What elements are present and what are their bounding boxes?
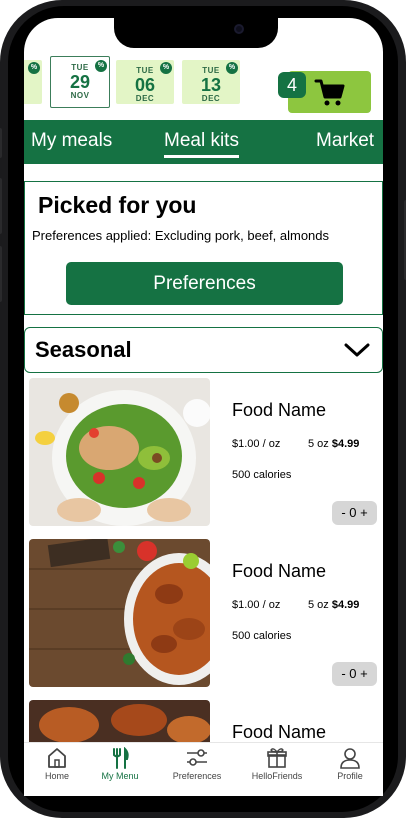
nav-hellofriends-label: HelloFriends	[251, 771, 303, 781]
preferences-button[interactable]: Preferences	[66, 262, 343, 305]
quantity-stepper[interactable]: - 0 +	[332, 501, 377, 525]
food-weight-total: 5 oz $4.99	[308, 599, 359, 611]
tab-my-meals[interactable]: My meals	[31, 130, 112, 152]
fork-knife-icon	[113, 747, 129, 769]
food-unit-price: $1.00 / oz	[232, 438, 281, 450]
nav-preferences[interactable]: Preferences	[166, 747, 228, 781]
sliders-icon	[187, 749, 207, 766]
food-name: Food Name	[232, 722, 327, 742]
date-day: 29	[69, 72, 91, 92]
food-calories: 500 calories	[232, 469, 292, 481]
home-icon	[48, 748, 66, 768]
food-total-price: $4.99	[331, 599, 360, 611]
seasonal-dropdown[interactable]: Seasonal	[24, 327, 383, 373]
food-unit-price: $1.00 / oz	[232, 599, 281, 611]
food-weight-total: 5 oz $4.99	[308, 438, 359, 450]
nav-my-menu-label: My Menu	[101, 771, 139, 781]
chevron-down-icon	[344, 343, 370, 357]
gift-icon	[267, 748, 287, 768]
food-image-chicken-wings	[29, 539, 210, 687]
nav-hellofriends[interactable]: HelloFriends	[248, 747, 306, 781]
food-item[interactable]: Food Name $1.00 / oz 5 oz $4.99 500 calo…	[24, 378, 383, 528]
food-calories: 500 calories	[232, 630, 292, 642]
date-month: DEC	[135, 94, 155, 103]
cart-count-badge: 4	[278, 72, 306, 98]
food-name: Food Name	[232, 561, 327, 581]
food-image-salad	[29, 378, 210, 526]
camera	[234, 24, 244, 34]
category-tabs: My meals Meal kits Market	[24, 120, 383, 164]
phone-frame: % % TUE 29 NOV % TUE 06 DEC % TUE 13 DEC	[0, 0, 406, 818]
discount-badge-icon: %	[28, 62, 40, 74]
food-item[interactable]: Food Name $1.00 / oz 5 oz $4.99 500 calo…	[24, 539, 383, 689]
food-weight: 5 oz	[308, 599, 329, 611]
cart-icon	[314, 79, 345, 106]
date-card[interactable]: % TUE 06 DEC	[116, 60, 174, 104]
discount-badge-icon: %	[160, 62, 172, 74]
date-day: 13	[200, 75, 222, 95]
date-card[interactable]: % TUE 13 DEC	[182, 60, 240, 104]
date-day: 06	[134, 75, 156, 95]
notch	[114, 18, 278, 48]
nav-my-menu[interactable]: My Menu	[98, 747, 142, 781]
quantity-stepper[interactable]: - 0 +	[332, 662, 377, 686]
nav-home-label: Home	[44, 771, 69, 781]
food-name: Food Name	[232, 400, 327, 420]
date-month: DEC	[201, 94, 221, 103]
app-screen: % % TUE 29 NOV % TUE 06 DEC % TUE 13 DEC	[24, 18, 383, 796]
discount-badge-icon: %	[95, 60, 107, 72]
volume-up-button	[0, 178, 2, 234]
date-card-selected[interactable]: % TUE 29 NOV	[50, 56, 110, 108]
nav-profile-label: Profile	[337, 771, 363, 781]
picked-for-you-panel: Picked for you Preferences applied: Excl…	[24, 181, 383, 315]
date-month: NOV	[70, 91, 90, 100]
date-card-previous[interactable]: %	[24, 60, 42, 104]
nav-profile[interactable]: Profile	[332, 747, 368, 781]
bottom-navigation: Home My Menu Preferences HelloFriends Pr…	[24, 742, 383, 796]
nav-preferences-label: Preferences	[172, 771, 222, 781]
tab-market[interactable]: Market	[316, 130, 374, 152]
profile-icon	[340, 748, 360, 769]
nav-home[interactable]: Home	[42, 747, 72, 781]
preferences-summary: Preferences applied: Excluding pork, bee…	[32, 228, 330, 243]
picked-title: Picked for you	[38, 192, 197, 218]
tab-meal-kits[interactable]: Meal kits	[164, 130, 239, 158]
food-total-price: $4.99	[331, 438, 360, 450]
mute-switch	[0, 128, 2, 158]
food-weight: 5 oz	[308, 438, 329, 450]
volume-down-button	[0, 246, 2, 302]
seasonal-label: Seasonal	[35, 337, 132, 362]
discount-badge-icon: %	[226, 62, 238, 74]
